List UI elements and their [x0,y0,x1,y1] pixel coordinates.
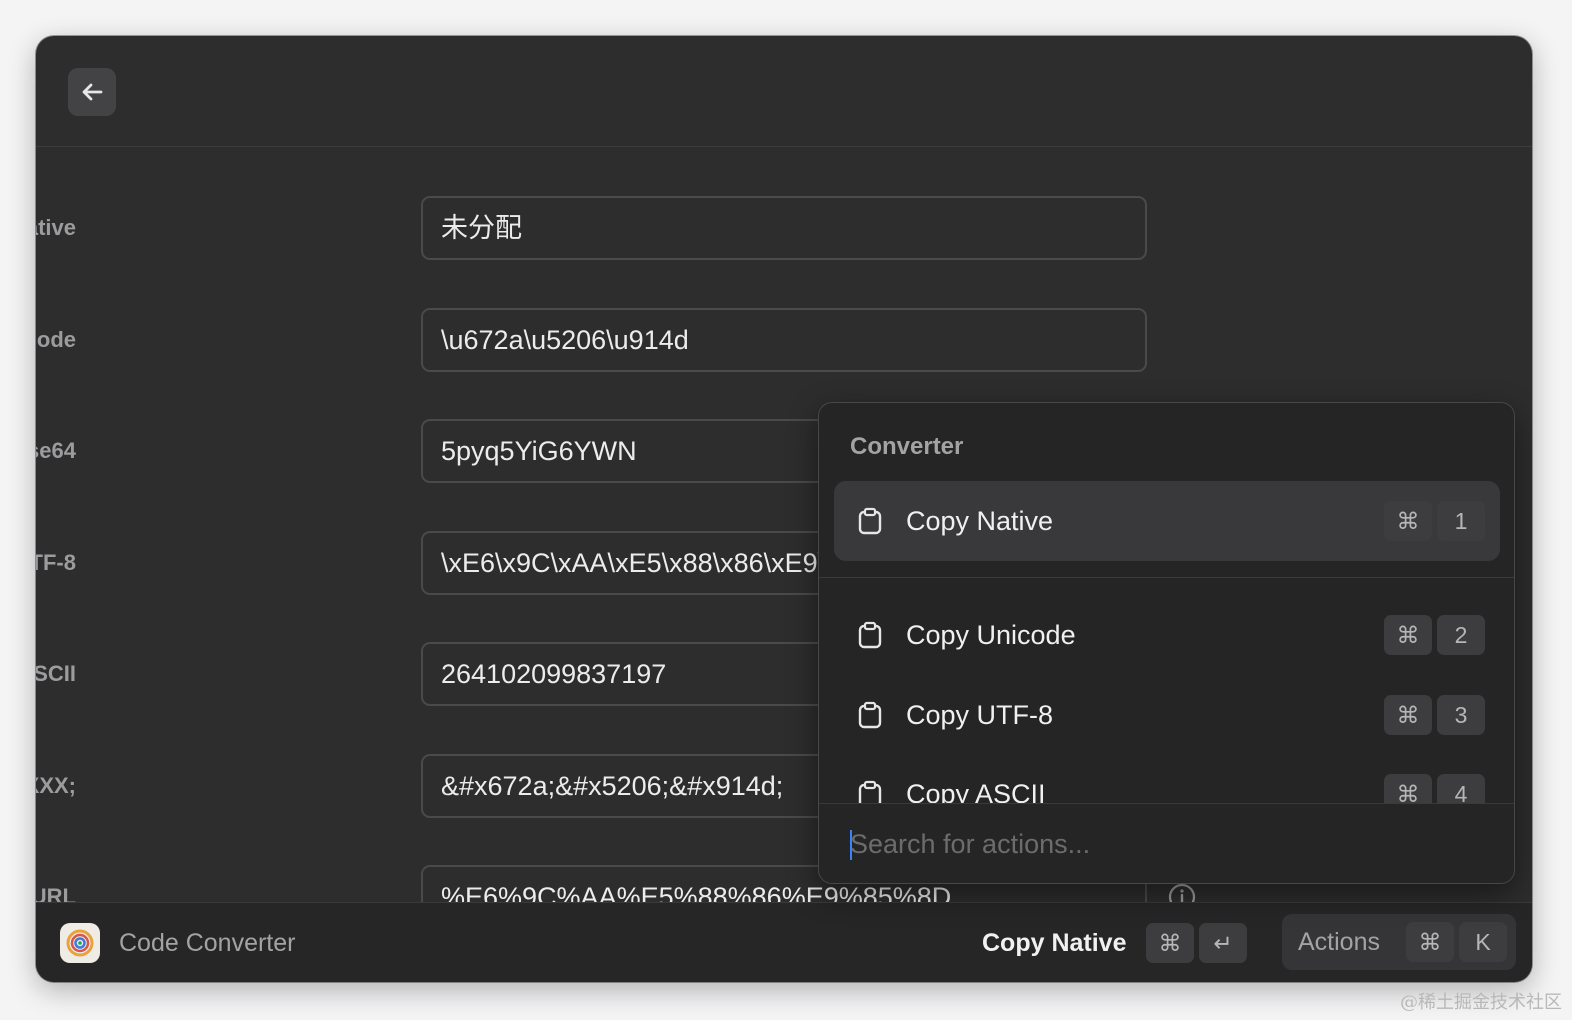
section-header: Converter [850,433,964,460]
code-converter-app-icon [60,923,100,963]
action-copy-native[interactable]: Copy Native ⌘ 1 [834,481,1500,561]
bottom-action-bar: Code Converter Copy Native ⌘ ↵ Actions ⌘… [36,902,1532,982]
field-label: Encoded URL [36,884,76,902]
action-label: Copy ASCII [906,779,1046,803]
command-key-icon: ⌘ [1406,922,1454,962]
text-caret [850,830,852,860]
clipboard-icon [858,701,882,729]
field-label: UTF-8 [36,550,76,575]
return-key-icon: ↵ [1199,923,1247,963]
app-name: Code Converter [119,929,296,957]
shortcut-key: 4 [1437,774,1485,803]
command-key-icon: ⌘ [1384,501,1432,541]
shortcut-key: 2 [1437,615,1485,655]
field-label: Native [36,215,76,240]
field-label: &#xXXXX; [36,773,76,798]
action-search-row [819,804,1514,883]
form-row-unicode: Unicode \u672a\u5206\u914d [36,308,1236,372]
k-key: K [1459,922,1507,962]
clipboard-icon [858,621,882,649]
action-copy-ascii[interactable]: Copy ASCII ⌘ 4 [834,754,1500,803]
divider [819,577,1514,578]
native-field[interactable]: 未分配 [421,196,1147,260]
back-button[interactable] [68,68,116,116]
actions-popup: Converter Copy Native ⌘ 1 Copy Unicode ⌘ [818,402,1515,884]
action-copy-unicode[interactable]: Copy Unicode ⌘ 2 [834,595,1500,675]
command-key-icon: ⌘ [1384,615,1432,655]
clipboard-icon [858,507,882,535]
shortcut-key: 1 [1437,501,1485,541]
command-key-icon: ⌘ [1384,774,1432,803]
shortcut-key: 3 [1437,695,1485,735]
action-label: Copy Unicode [906,620,1076,650]
actions-label: Actions [1298,928,1380,956]
field-label: Unicode [36,327,76,352]
field-label: Base64 [36,438,76,463]
command-key-icon: ⌘ [1146,923,1194,963]
clipboard-icon [858,780,882,803]
raycast-window: Native 未分配 Unicode \u672a\u5206\u914d Ba… [36,36,1532,982]
form-row-native: Native 未分配 [36,196,1236,260]
field-label: ASCII [36,661,76,686]
command-key-icon: ⌘ [1384,695,1432,735]
unicode-field[interactable]: \u672a\u5206\u914d [421,308,1147,372]
actions-button[interactable]: Actions ⌘ K [1282,914,1516,970]
action-label: Copy UTF-8 [906,700,1054,730]
action-copy-utf8[interactable]: Copy UTF-8 ⌘ 3 [834,675,1500,755]
watermark: @稀土掘金技术社区 [1400,992,1562,1013]
primary-action-button[interactable]: Copy Native [982,903,1126,982]
actions-list: Converter Copy Native ⌘ 1 Copy Unicode ⌘ [819,403,1514,803]
info-icon[interactable] [1168,883,1196,902]
arrow-left-icon [82,83,103,101]
action-label: Copy Native [906,506,1054,536]
top-bar [36,36,1532,147]
action-search-input[interactable] [850,804,1470,883]
